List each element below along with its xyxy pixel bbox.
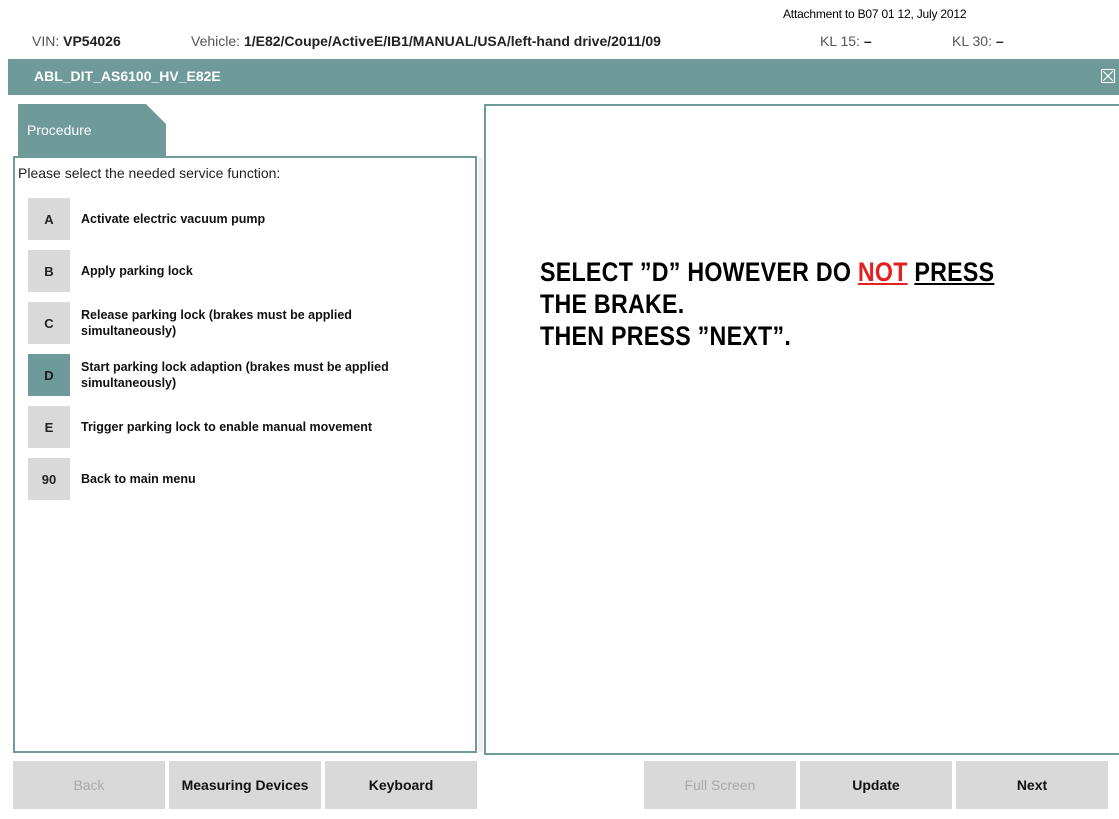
next-button[interactable]: Next	[956, 761, 1108, 809]
kl30-label: KL 30:	[952, 33, 992, 49]
option-label-line2: simultaneously)	[81, 376, 177, 390]
procedure-panel: Please select the needed service functio…	[13, 156, 477, 753]
procedure-prompt: Please select the needed service functio…	[18, 165, 281, 181]
option-label-line2: simultaneously)	[81, 324, 177, 338]
option-e[interactable]: E Trigger parking lock to enable manual …	[28, 406, 468, 448]
back-button[interactable]: Back	[13, 761, 165, 809]
option-key[interactable]: A	[28, 198, 70, 240]
tab-procedure-label: Procedure	[27, 122, 92, 138]
option-label: Apply parking lock	[81, 264, 193, 278]
update-button[interactable]: Update	[800, 761, 952, 809]
window-title: ABL_DIT_AS6100_HV_E82E	[34, 68, 221, 84]
kl15-value: –	[863, 33, 872, 49]
kl30-info: KL 30: –	[952, 33, 1004, 49]
option-label-line1: Start parking lock adaption (brakes must…	[81, 360, 389, 374]
instruction-line2: THE BRAKE.	[540, 289, 685, 319]
vin-label: VIN:	[32, 33, 60, 49]
instruction-line3: THEN PRESS ”NEXT”.	[540, 321, 792, 351]
option-key[interactable]: D	[28, 354, 70, 396]
option-key[interactable]: 90	[28, 458, 70, 500]
option-key[interactable]: E	[28, 406, 70, 448]
option-label: Activate electric vacuum pump	[81, 212, 266, 226]
option-key[interactable]: B	[28, 250, 70, 292]
measuring-devices-button[interactable]: Measuring Devices	[169, 761, 321, 809]
option-c[interactable]: C Release parking lock (brakes must be a…	[28, 302, 468, 344]
vehicle-info: Vehicle: 1/E82/Coupe/ActiveE/IB1/MANUAL/…	[191, 33, 661, 49]
option-b[interactable]: B Apply parking lock	[28, 250, 468, 292]
instruction-not: NOT	[857, 257, 908, 287]
instruction-line1: SELECT ”D” HOWEVER DO NOT PRESS	[540, 256, 994, 288]
option-label-line1: Release parking lock (brakes must be app…	[81, 308, 352, 322]
option-key[interactable]: C	[28, 302, 70, 344]
vin-value: VP54026	[63, 33, 121, 49]
option-label: Start parking lock adaption (brakes must…	[81, 359, 441, 391]
scrollbar[interactable]	[478, 158, 483, 752]
tab-procedure[interactable]: Procedure	[18, 104, 166, 156]
option-90[interactable]: 90 Back to main menu	[28, 458, 468, 500]
option-label: Release parking lock (brakes must be app…	[81, 307, 441, 339]
vin-info: VIN: VP54026	[32, 33, 121, 49]
kl15-label: KL 15:	[820, 33, 860, 49]
attachment-note: Attachment to B07 01 12, July 2012	[783, 7, 967, 21]
kl30-value: –	[995, 33, 1004, 49]
window-titlebar: ABL_DIT_AS6100_HV_E82E	[8, 59, 1119, 95]
instruction-part1: SELECT ”D” HOWEVER DO	[540, 257, 858, 287]
option-d[interactable]: D Start parking lock adaption (brakes mu…	[28, 354, 468, 396]
option-label: Trigger parking lock to enable manual mo…	[81, 420, 373, 434]
instruction-press: PRESS	[914, 257, 995, 287]
vehicle-label: Vehicle:	[191, 33, 241, 49]
keyboard-button[interactable]: Keyboard	[325, 761, 477, 809]
content-panel: SELECT ”D” HOWEVER DO NOT PRESS THE BRAK…	[484, 104, 1119, 755]
option-label: Back to main menu	[81, 472, 196, 486]
vehicle-value: 1/E82/Coupe/ActiveE/IB1/MANUAL/USA/left-…	[243, 33, 661, 49]
option-a[interactable]: A Activate electric vacuum pump	[28, 198, 468, 240]
kl15-info: KL 15: –	[820, 33, 872, 49]
full-screen-button[interactable]: Full Screen	[644, 761, 796, 809]
close-icon[interactable]	[1101, 69, 1115, 83]
instruction-text: SELECT ”D” HOWEVER DO NOT PRESS THE BRAK…	[540, 256, 994, 352]
